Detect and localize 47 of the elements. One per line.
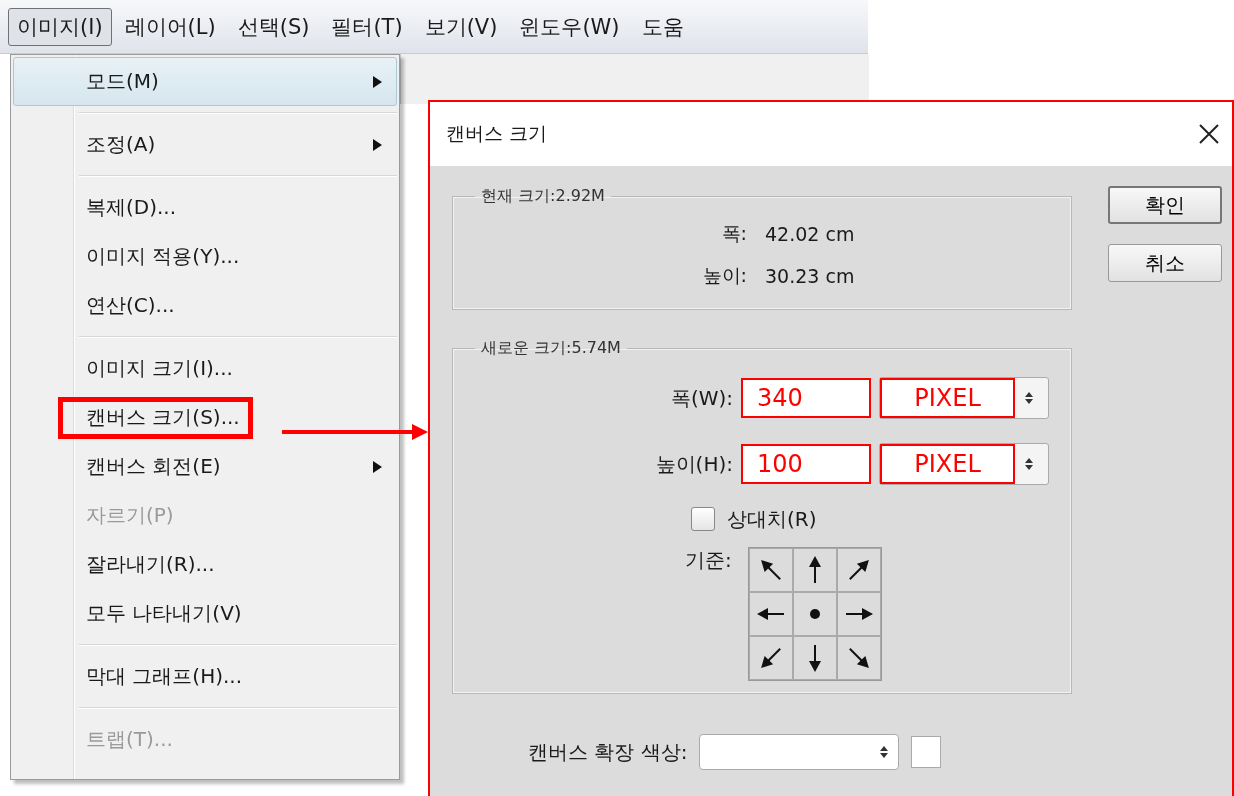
menu-item[interactable]: 조정(A) xyxy=(13,120,397,169)
submenu-arrow-icon xyxy=(373,138,382,151)
spinner-arrows-icon xyxy=(1023,456,1035,472)
menu-bar-item[interactable]: 도움 xyxy=(632,7,693,46)
menu-item[interactable]: 이미지 적용(Y)... xyxy=(13,232,397,281)
field-label: 높이(H): xyxy=(654,450,733,478)
spinner-arrows-icon xyxy=(1023,390,1035,406)
group-legend: 현재 크기:2.92M xyxy=(475,186,611,207)
menu-bar-item[interactable]: 레이어(L) xyxy=(115,7,225,46)
unit-dropdown[interactable]: PIXEL xyxy=(879,377,1049,419)
menu-item[interactable]: 잘라내기(R)... xyxy=(13,540,397,589)
size-input[interactable]: 340 xyxy=(741,378,871,418)
anchor-label: 기준: xyxy=(685,547,732,574)
size-input[interactable]: 100 xyxy=(741,444,871,484)
menu-item[interactable]: 모두 나타내기(V) xyxy=(13,589,397,638)
spinner-arrows-icon xyxy=(878,744,891,760)
menu-item[interactable]: 복제(D)... xyxy=(13,183,397,232)
submenu-arrow-icon xyxy=(373,460,382,473)
menu-item[interactable]: 막대 그래프(H)... xyxy=(13,652,397,701)
color-dropdown[interactable] xyxy=(699,734,900,770)
size-label: 폭: xyxy=(720,221,747,246)
size-label: 높이: xyxy=(701,263,747,288)
menu-item[interactable]: 이미지 크기(I)... xyxy=(13,344,397,393)
field-label: 폭(W): xyxy=(669,384,733,412)
unit-dropdown[interactable]: PIXEL xyxy=(879,443,1049,485)
size-value: 42.02 cm xyxy=(765,223,856,245)
color-swatch[interactable] xyxy=(911,736,942,768)
dialog-title: 캔버스 크기 xyxy=(446,121,548,146)
menu-item[interactable]: 연산(C)... xyxy=(13,281,397,330)
submenu-arrow-icon xyxy=(373,75,382,88)
size-value: 30.23 cm xyxy=(765,265,856,287)
highlight-box: 캔버스 크기(S)... xyxy=(58,396,253,439)
menu-bar-item[interactable]: 필터(T) xyxy=(322,7,412,46)
checkbox-label: 상대치(R) xyxy=(727,505,817,533)
menu-bar-item[interactable]: 선택(S) xyxy=(228,7,319,46)
checkbox[interactable] xyxy=(691,507,715,531)
menu-item[interactable]: 모드(M) xyxy=(13,57,397,106)
menu-bar-item[interactable]: 이미지(I) xyxy=(8,7,112,46)
menu-bar-item[interactable]: 윈도우(W) xyxy=(510,7,629,46)
menu-item[interactable]: 캔버스 회전(E) xyxy=(13,442,397,491)
extension-color-label: 캔버스 확장 색상: xyxy=(528,738,688,766)
menu-bar-item[interactable]: 보기(V) xyxy=(415,7,507,46)
menu-item[interactable]: 캔버스 크기(S)... xyxy=(13,393,397,442)
dialog-button[interactable]: 확인 xyxy=(1108,186,1222,224)
close-icon[interactable] xyxy=(1198,123,1220,145)
dialog-button[interactable]: 취소 xyxy=(1108,244,1222,282)
group-legend: 새로운 크기:5.74M xyxy=(475,338,627,359)
